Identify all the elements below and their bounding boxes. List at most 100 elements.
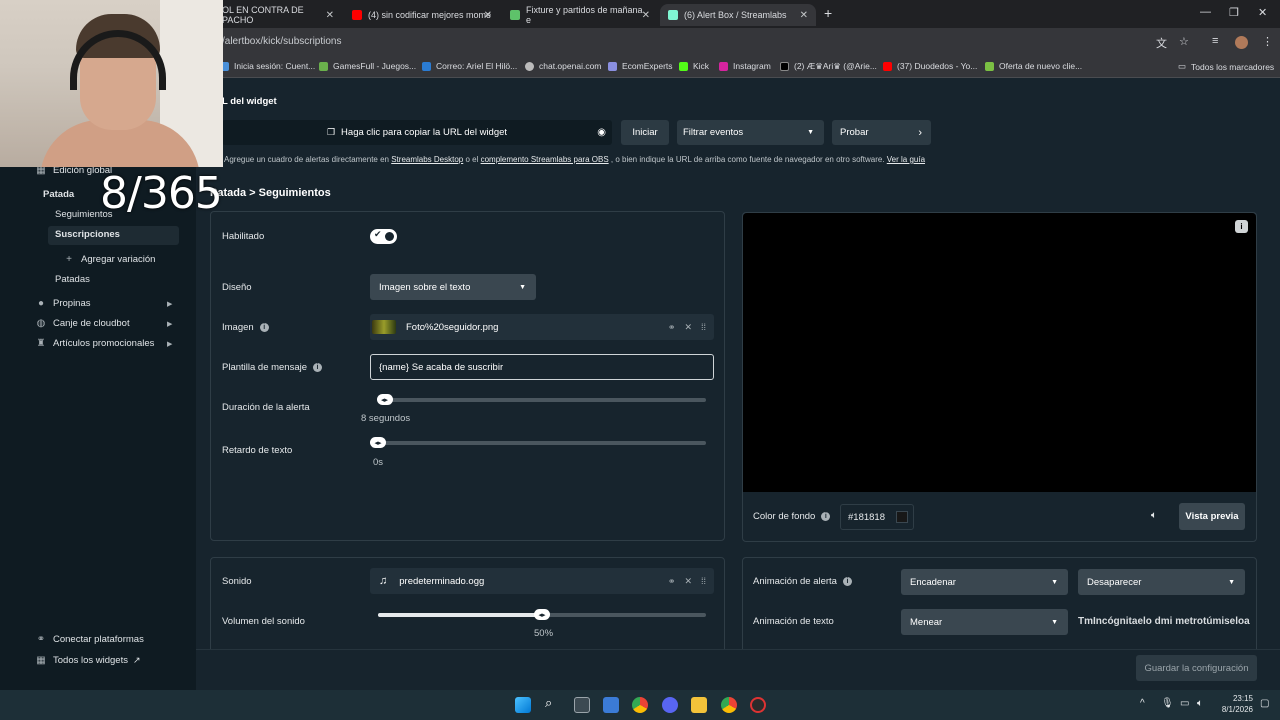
duration-slider[interactable]: ◂▸ [376,394,706,405]
tab-label: (6) Alert Box / Streamlabs [684,10,787,20]
close-icon[interactable]: ✕ [800,10,808,21]
test-button[interactable]: Probar › [832,120,931,145]
bookmark[interactable]: GamesFull - Juegos... [319,61,416,71]
tab-4[interactable]: (6) Alert Box / Streamlabs ✕ [660,4,816,26]
filter-events-select[interactable]: Filtrar eventos ▼ [677,120,824,145]
new-tab-icon[interactable]: + [824,5,832,21]
streamlabs-desktop-link[interactable]: Streamlabs Desktop [391,155,463,164]
sidebar-item-kick[interactable]: Patada [43,189,74,200]
link-icon[interactable]: ⚭ [668,576,676,587]
volume-icon[interactable]: 🔈︎ [1197,698,1203,709]
bookmark[interactable]: Inicia sesión: Cuent... [220,61,315,71]
chrome-icon[interactable] [632,697,648,713]
guide-link[interactable]: Ver la guía [887,155,925,164]
info-icon[interactable]: i [842,577,852,586]
volume-slider[interactable]: ◂▸ [378,609,706,620]
url-field[interactable]: /alertbox/kick/subscriptions [222,36,342,47]
sidebar-item-merch[interactable]: ♜ Artículos promocionales [36,338,155,349]
sound-file-name: predeterminado.ogg [399,575,485,587]
bookmark[interactable]: (37) Duodedos - Yo... [883,61,977,71]
tab-1[interactable]: OL EN CONTRA DE PACHO ✕ [214,4,342,26]
clock[interactable]: 23:15 8/1/2026 [1213,693,1253,715]
notification-icon[interactable]: ▢ [1260,698,1269,709]
preview-button[interactable]: Vista previa [1179,503,1245,530]
tab-3[interactable]: Fixture y partidos de mañana e ✕ [502,4,658,26]
network-icon[interactable]: ▭ [1180,698,1189,709]
close-icon[interactable]: ✕ [642,10,650,21]
sidebar-item-connect[interactable]: ⚭ Conectar plataformas [36,634,144,645]
test-label: Probar [840,127,869,138]
grid-icon[interactable]: ⁞⁞ [701,576,706,587]
bookmark[interactable]: EcomExperts [608,61,673,71]
alert-out-select[interactable]: Desaparecer ▼ [1078,569,1245,595]
folder-icon[interactable] [691,697,707,713]
info-icon[interactable]: i [1235,220,1248,233]
text-delay-slider[interactable]: ◂▸ [370,437,706,448]
close-icon[interactable]: ✕ [484,10,492,21]
menu-icon[interactable]: ⋮ [1262,35,1273,48]
clock-time: 23:15 [1232,694,1253,703]
close-icon[interactable]: ✕ [326,10,334,21]
image-file-field[interactable]: Foto%20seguidor.png ⚭ ✕ ⁞⁞ [370,314,714,340]
info-icon[interactable]: i [313,363,323,372]
close-icon[interactable]: ✕ [684,576,692,587]
obs-plugin-link[interactable]: complemento Streamlabs para OBS [481,155,609,164]
bookmark[interactable]: Kick [679,61,709,71]
discord-icon[interactable] [662,697,678,713]
search-icon[interactable]: ⌕ [545,695,561,711]
reading-list-icon[interactable]: ≡ [1212,35,1218,47]
tab-2[interactable]: (4) sin codificar mejores mome ✕ [344,4,500,26]
sidebar-item-add-variation[interactable]: + Agregar variación [64,254,155,265]
volume-icon[interactable]: 🔈︎ [1151,510,1157,521]
sidebar-label: Patada [43,189,75,200]
tab-label: (4) sin codificar mejores mome [368,10,492,20]
microphone-icon[interactable]: 🎙︎ [1161,698,1174,709]
duration-handle[interactable]: ◂▸ [376,394,393,405]
start-button[interactable]: Iniciar [621,120,669,145]
copy-url-field[interactable]: ❐ Haga clic para copiar la URL del widge… [222,120,612,145]
all-bookmarks[interactable]: ▭ Todos los marcadores [1178,61,1274,72]
store-icon[interactable] [603,697,619,713]
volume-handle[interactable]: ◂▸ [534,609,550,620]
sidebar-item-all-widgets[interactable]: ▦ Todos los widgets ↗ [36,655,140,666]
sidebar-item-kicks[interactable]: Patadas [55,274,90,285]
file-tools: ⚭ ✕ ⁞⁞ [668,322,706,333]
grid-icon[interactable]: ⁞⁞ [701,322,706,333]
design-select[interactable]: Imagen sobre el texto ▼ [370,274,536,300]
restore-icon[interactable]: ❐ [1229,6,1239,19]
sidebar-item-cloudbot[interactable]: ◍ Canje de cloudbot [36,318,130,329]
obs-icon[interactable] [750,697,766,713]
windows-start-icon[interactable] [515,697,531,713]
info-icon[interactable]: i [821,512,831,521]
tray-chevron-icon[interactable]: ^ [1140,698,1145,709]
sidebar-item-subscriptions[interactable]: Suscripciones [55,229,120,240]
bookmark[interactable]: (2) Æ♛Ari♛ (@Arie... [780,61,877,72]
alert-in-select[interactable]: Encadenar ▼ [901,569,1068,595]
sidebar-item-tips[interactable]: ● Propinas [36,298,91,309]
task-view-icon[interactable] [574,697,590,713]
text-anim-select[interactable]: Menear ▼ [901,609,1068,635]
avatar[interactable] [1235,36,1248,49]
minimize-icon[interactable]: — [1200,6,1211,18]
info-icon[interactable]: i [259,323,269,332]
eye-icon[interactable]: ◉ [597,127,606,138]
help-text: Agregue un cuadro de alertas directament… [224,155,925,164]
chrome-icon[interactable] [721,697,737,713]
bookmark[interactable]: chat.openai.com [525,61,601,71]
star-icon[interactable]: ☆ [1179,35,1189,48]
sound-file-field[interactable]: ♫ predeterminado.ogg ⚭ ✕ ⁞⁞ [370,568,714,594]
enabled-toggle[interactable]: ✔ [370,229,397,244]
close-icon[interactable]: ✕ [684,322,692,333]
translate-icon[interactable]: 文 [1156,35,1167,51]
alert-in-value: Encadenar [910,576,956,588]
bookmark[interactable]: Instagram [719,61,771,71]
save-button[interactable]: Guardar la configuración [1136,655,1257,681]
bookmark[interactable]: Oferta de nuevo clie... [985,61,1082,71]
message-template-input[interactable]: {name} Se acaba de suscribir [370,354,714,380]
link-icon[interactable]: ⚭ [668,322,676,333]
window-close-icon[interactable]: ✕ [1258,6,1267,19]
bg-color-input[interactable]: #181818 [840,504,914,530]
color-swatch[interactable] [896,511,908,523]
delay-handle[interactable]: ◂▸ [370,437,386,448]
bookmark[interactable]: Correo: Ariel El Hilö... [422,61,517,71]
